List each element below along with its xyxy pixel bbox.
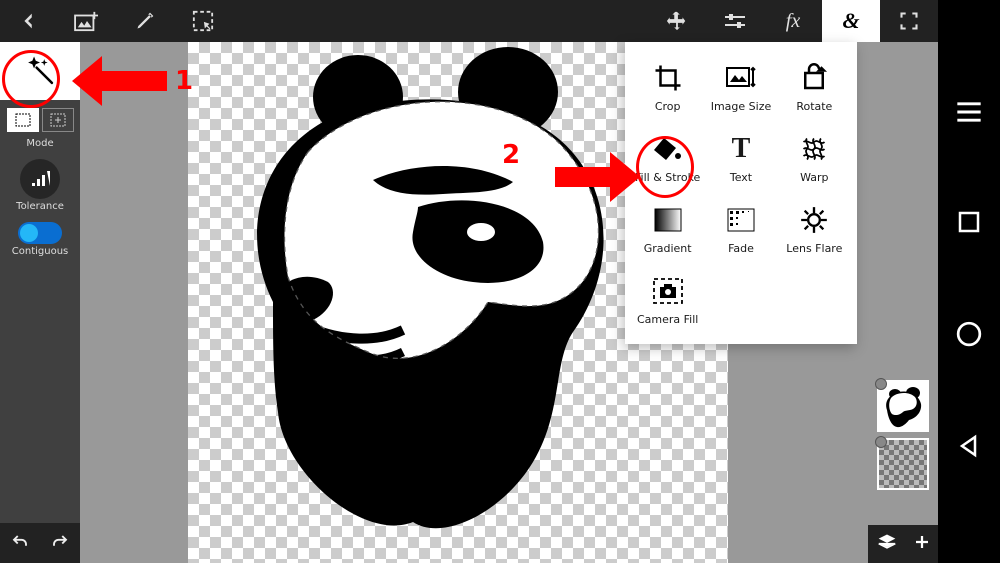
tool-text-label: Text (730, 171, 752, 184)
pencil-icon (135, 11, 155, 31)
left-sidebar: Mode Tolerance Contiguous (0, 42, 80, 563)
tolerance-label: Tolerance (16, 201, 64, 212)
move-tool-button[interactable] (648, 0, 706, 42)
layer-thumb-2[interactable] (877, 438, 929, 490)
contiguous-label: Contiguous (12, 246, 69, 257)
image-size-icon (725, 64, 757, 92)
rotate-icon (799, 63, 829, 93)
tolerance-bars-icon (30, 171, 50, 187)
text-icon: T (732, 133, 751, 165)
tool-lens-flare-label: Lens Flare (786, 242, 842, 255)
hamburger-icon (955, 101, 983, 123)
tool-text[interactable]: T Text (706, 127, 775, 188)
mode-label: Mode (26, 138, 53, 149)
fx-button[interactable]: fx (764, 0, 822, 42)
move-icon (666, 10, 688, 32)
add-image-button[interactable] (58, 0, 116, 42)
warp-icon (800, 135, 828, 163)
tool-rotate-label: Rotate (796, 100, 832, 113)
adjust-button[interactable] (706, 0, 764, 42)
layer-visibility-dot[interactable] (875, 436, 887, 448)
edit-button[interactable] (116, 0, 174, 42)
image-plus-icon (74, 10, 100, 32)
nav-home-button[interactable] (957, 210, 981, 238)
tool-camera-fill[interactable]: Camera Fill (633, 269, 702, 330)
lens-flare-icon (800, 206, 828, 234)
plus-icon (913, 533, 931, 551)
fullscreen-icon (899, 11, 919, 31)
tool-rotate[interactable]: Rotate (780, 56, 849, 117)
fx-icon: fx (786, 10, 800, 33)
select-new-icon (15, 113, 31, 127)
arrow-left-icon (18, 10, 40, 32)
mode-add[interactable] (42, 108, 74, 132)
paint-bucket-icon (652, 134, 684, 164)
tool-fill-stroke[interactable]: Fill & Stroke (633, 127, 702, 188)
nav-menu-button[interactable] (955, 101, 983, 127)
tool-fade[interactable]: Fade (706, 198, 775, 259)
undo-button[interactable] (10, 533, 30, 554)
circle-icon (956, 321, 982, 347)
layer-visibility-dot[interactable] (875, 378, 887, 390)
select-add-icon (50, 113, 66, 127)
redo-button[interactable] (50, 533, 70, 554)
back-button[interactable] (0, 0, 58, 42)
tool-warp-label: Warp (800, 171, 828, 184)
fullscreen-button[interactable] (880, 0, 938, 42)
tool-gradient-label: Gradient (644, 242, 692, 255)
tool-camera-fill-label: Camera Fill (637, 313, 698, 326)
mode-row (0, 100, 80, 136)
top-toolbar: fx & (0, 0, 938, 42)
tool-gradient[interactable]: Gradient (633, 198, 702, 259)
android-nav-bar (938, 0, 1000, 563)
ampersand-icon: & (842, 8, 859, 34)
mode-new[interactable] (7, 108, 39, 132)
layer-bottom-bar (868, 525, 938, 563)
undo-redo-bar (0, 523, 80, 563)
tolerance-control[interactable] (20, 159, 60, 199)
contiguous-toggle[interactable] (18, 222, 62, 244)
tool-crop-label: Crop (655, 100, 681, 113)
annotation-1-arrow (72, 56, 182, 116)
magic-wand-tool[interactable] (0, 42, 80, 100)
crop-icon (653, 63, 683, 93)
layer-artwork-icon (879, 382, 927, 430)
tool-image-size[interactable]: Image Size (706, 56, 775, 117)
selection-button[interactable] (174, 0, 232, 42)
canvas-artwork (213, 42, 653, 563)
layer-thumb-1[interactable] (877, 380, 929, 432)
layers-icon (876, 532, 898, 552)
triangle-left-icon (957, 434, 981, 458)
undo-icon (10, 533, 30, 551)
selection-icon (192, 10, 214, 32)
layer-panel (868, 380, 938, 490)
layers-button[interactable] (876, 532, 898, 556)
redo-icon (50, 533, 70, 551)
add-layer-button[interactable] (913, 533, 931, 555)
nav-overview-button[interactable] (956, 321, 982, 351)
magic-wand-icon (23, 54, 57, 88)
sliders-icon (723, 12, 747, 30)
toolbox-button[interactable]: & (822, 0, 880, 42)
toolbox-panel: Crop Image Size Rotate Fill & Stroke T T… (625, 42, 857, 344)
tool-lens-flare[interactable]: Lens Flare (780, 198, 849, 259)
tool-image-size-label: Image Size (711, 100, 772, 113)
tool-fade-label: Fade (728, 242, 754, 255)
fade-icon (727, 208, 755, 232)
tool-crop[interactable]: Crop (633, 56, 702, 117)
tool-fill-stroke-label: Fill & Stroke (635, 171, 700, 184)
camera-fill-icon (652, 277, 684, 305)
gradient-icon (654, 208, 682, 232)
nav-back-button[interactable] (957, 434, 981, 462)
tool-warp[interactable]: Warp (780, 127, 849, 188)
square-icon (957, 210, 981, 234)
